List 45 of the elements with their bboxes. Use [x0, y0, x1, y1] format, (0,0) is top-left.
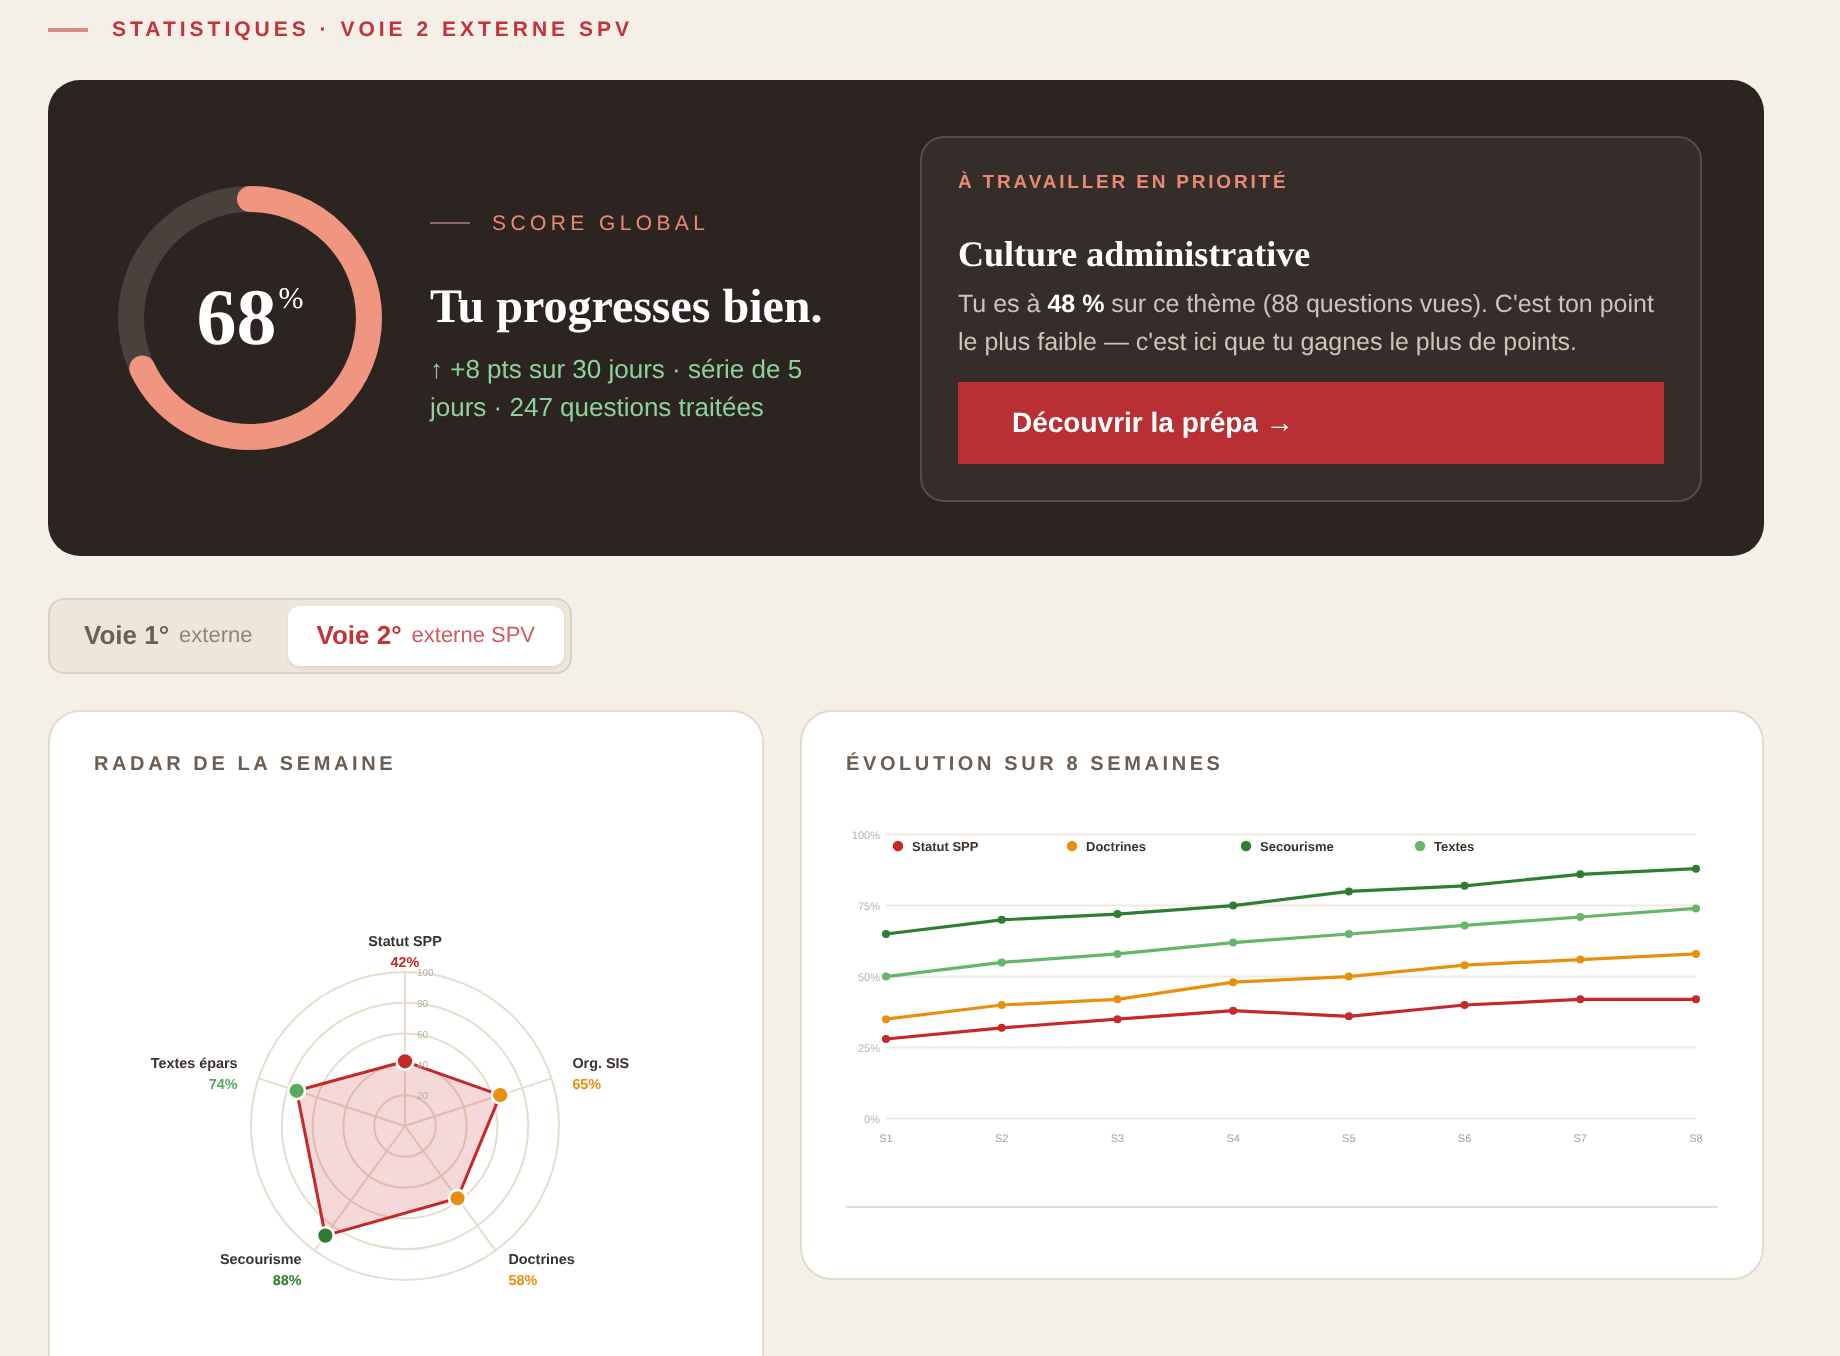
- data-point-icon: [1344, 1012, 1353, 1021]
- priority-eyebrow: À TRAVAILLER EN PRIORITÉ: [958, 171, 1291, 195]
- data-point-icon: [882, 972, 890, 981]
- data-point-icon: [1692, 904, 1700, 913]
- data-point-icon: [1344, 930, 1353, 938]
- data-point-icon: [1692, 995, 1700, 1004]
- data-point-icon: [1576, 955, 1585, 964]
- data-point-icon: [1344, 887, 1353, 896]
- data-point-icon: [1113, 910, 1122, 919]
- data-point-icon: [1460, 1001, 1469, 1009]
- data-point-icon: [1460, 921, 1469, 930]
- score-value: 68$^{%}$: [196, 278, 304, 358]
- data-point-icon: [1576, 912, 1585, 921]
- track-tab[interactable]: Voie 2° externe SPV: [288, 606, 564, 666]
- priority-description: Tu es à 48 % sur ce thème (88 questions vues). C'est ton point le plus faible — c'est ici que tu gagnes le plus de points.: [958, 287, 1656, 360]
- trend-text: ↑ +8 pts sur 30 jours · série de 5 jours · 247 questions traitées: [430, 351, 805, 425]
- data-point-icon: [1229, 978, 1238, 987]
- data-point-icon: [1229, 938, 1238, 947]
- data-point-icon: [1113, 995, 1122, 1004]
- data-point-icon: [1692, 949, 1700, 958]
- data-point-icon: [1113, 1015, 1122, 1024]
- data-point-icon: [1229, 901, 1238, 910]
- data-point-icon: [882, 930, 890, 938]
- data-point-icon: [1460, 961, 1469, 970]
- data-point-icon: [997, 1001, 1006, 1009]
- data-point-icon: [882, 1035, 890, 1044]
- data-point-icon: [1576, 870, 1585, 879]
- card-title: RADAR DE LA SEMAINE: [94, 754, 399, 778]
- data-point-icon: [1113, 949, 1122, 958]
- data-point-icon: [997, 1023, 1006, 1032]
- score-title: Tu progresses bien.: [430, 279, 825, 337]
- data-point-icon: [1229, 1006, 1238, 1015]
- data-point-icon: [882, 1015, 890, 1024]
- track-tab[interactable]: Voie 1° externe: [56, 606, 281, 666]
- page-eyebrow: STATISTIQUES · VOIE 2 EXTERNE SPV: [112, 16, 633, 44]
- discover-button[interactable]: Découvrir la prépa →: [958, 381, 1664, 463]
- data-point-icon: [1692, 864, 1700, 873]
- data-point-icon: [1344, 972, 1353, 981]
- data-point-icon: [997, 958, 1006, 967]
- data-point-icon: [1576, 995, 1585, 1004]
- data-point-icon: [1460, 881, 1469, 890]
- data-point-icon: [997, 915, 1006, 924]
- score-eyebrow: SCORE GLOBAL: [492, 211, 710, 235]
- priority-title: Culture administrative: [958, 231, 1313, 275]
- card-title: ÉVOLUTION SUR 8 SEMAINES: [846, 754, 1226, 778]
